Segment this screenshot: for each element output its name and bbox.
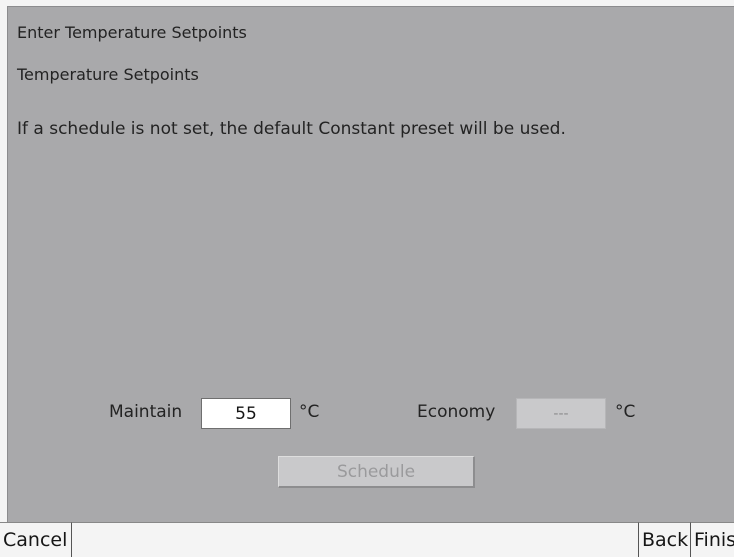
wizard-title: Enter Temperature Setpoints — [17, 23, 247, 42]
economy-input[interactable]: --- — [516, 398, 606, 429]
back-button[interactable]: Back — [638, 522, 691, 557]
bottom-button-bar: Cancel Back Finis — [0, 522, 734, 557]
section-title: Temperature Setpoints — [17, 65, 199, 84]
setpoints-screen: Enter Temperature Setpoints Temperature … — [0, 0, 734, 557]
maintain-input[interactable]: 55 — [201, 398, 291, 429]
maintain-unit-label: °C — [299, 402, 320, 422]
maintain-label: Maintain — [109, 402, 183, 422]
economy-unit-label: °C — [615, 402, 636, 422]
economy-label: Economy — [417, 402, 496, 422]
content-panel: Enter Temperature Setpoints Temperature … — [7, 6, 734, 522]
finish-button[interactable]: Finis — [691, 522, 734, 557]
schedule-button[interactable]: Schedule — [278, 456, 475, 488]
button-bar-spacer — [72, 522, 638, 557]
cancel-button[interactable]: Cancel — [0, 522, 72, 557]
info-text: If a schedule is not set, the default Co… — [17, 119, 566, 139]
